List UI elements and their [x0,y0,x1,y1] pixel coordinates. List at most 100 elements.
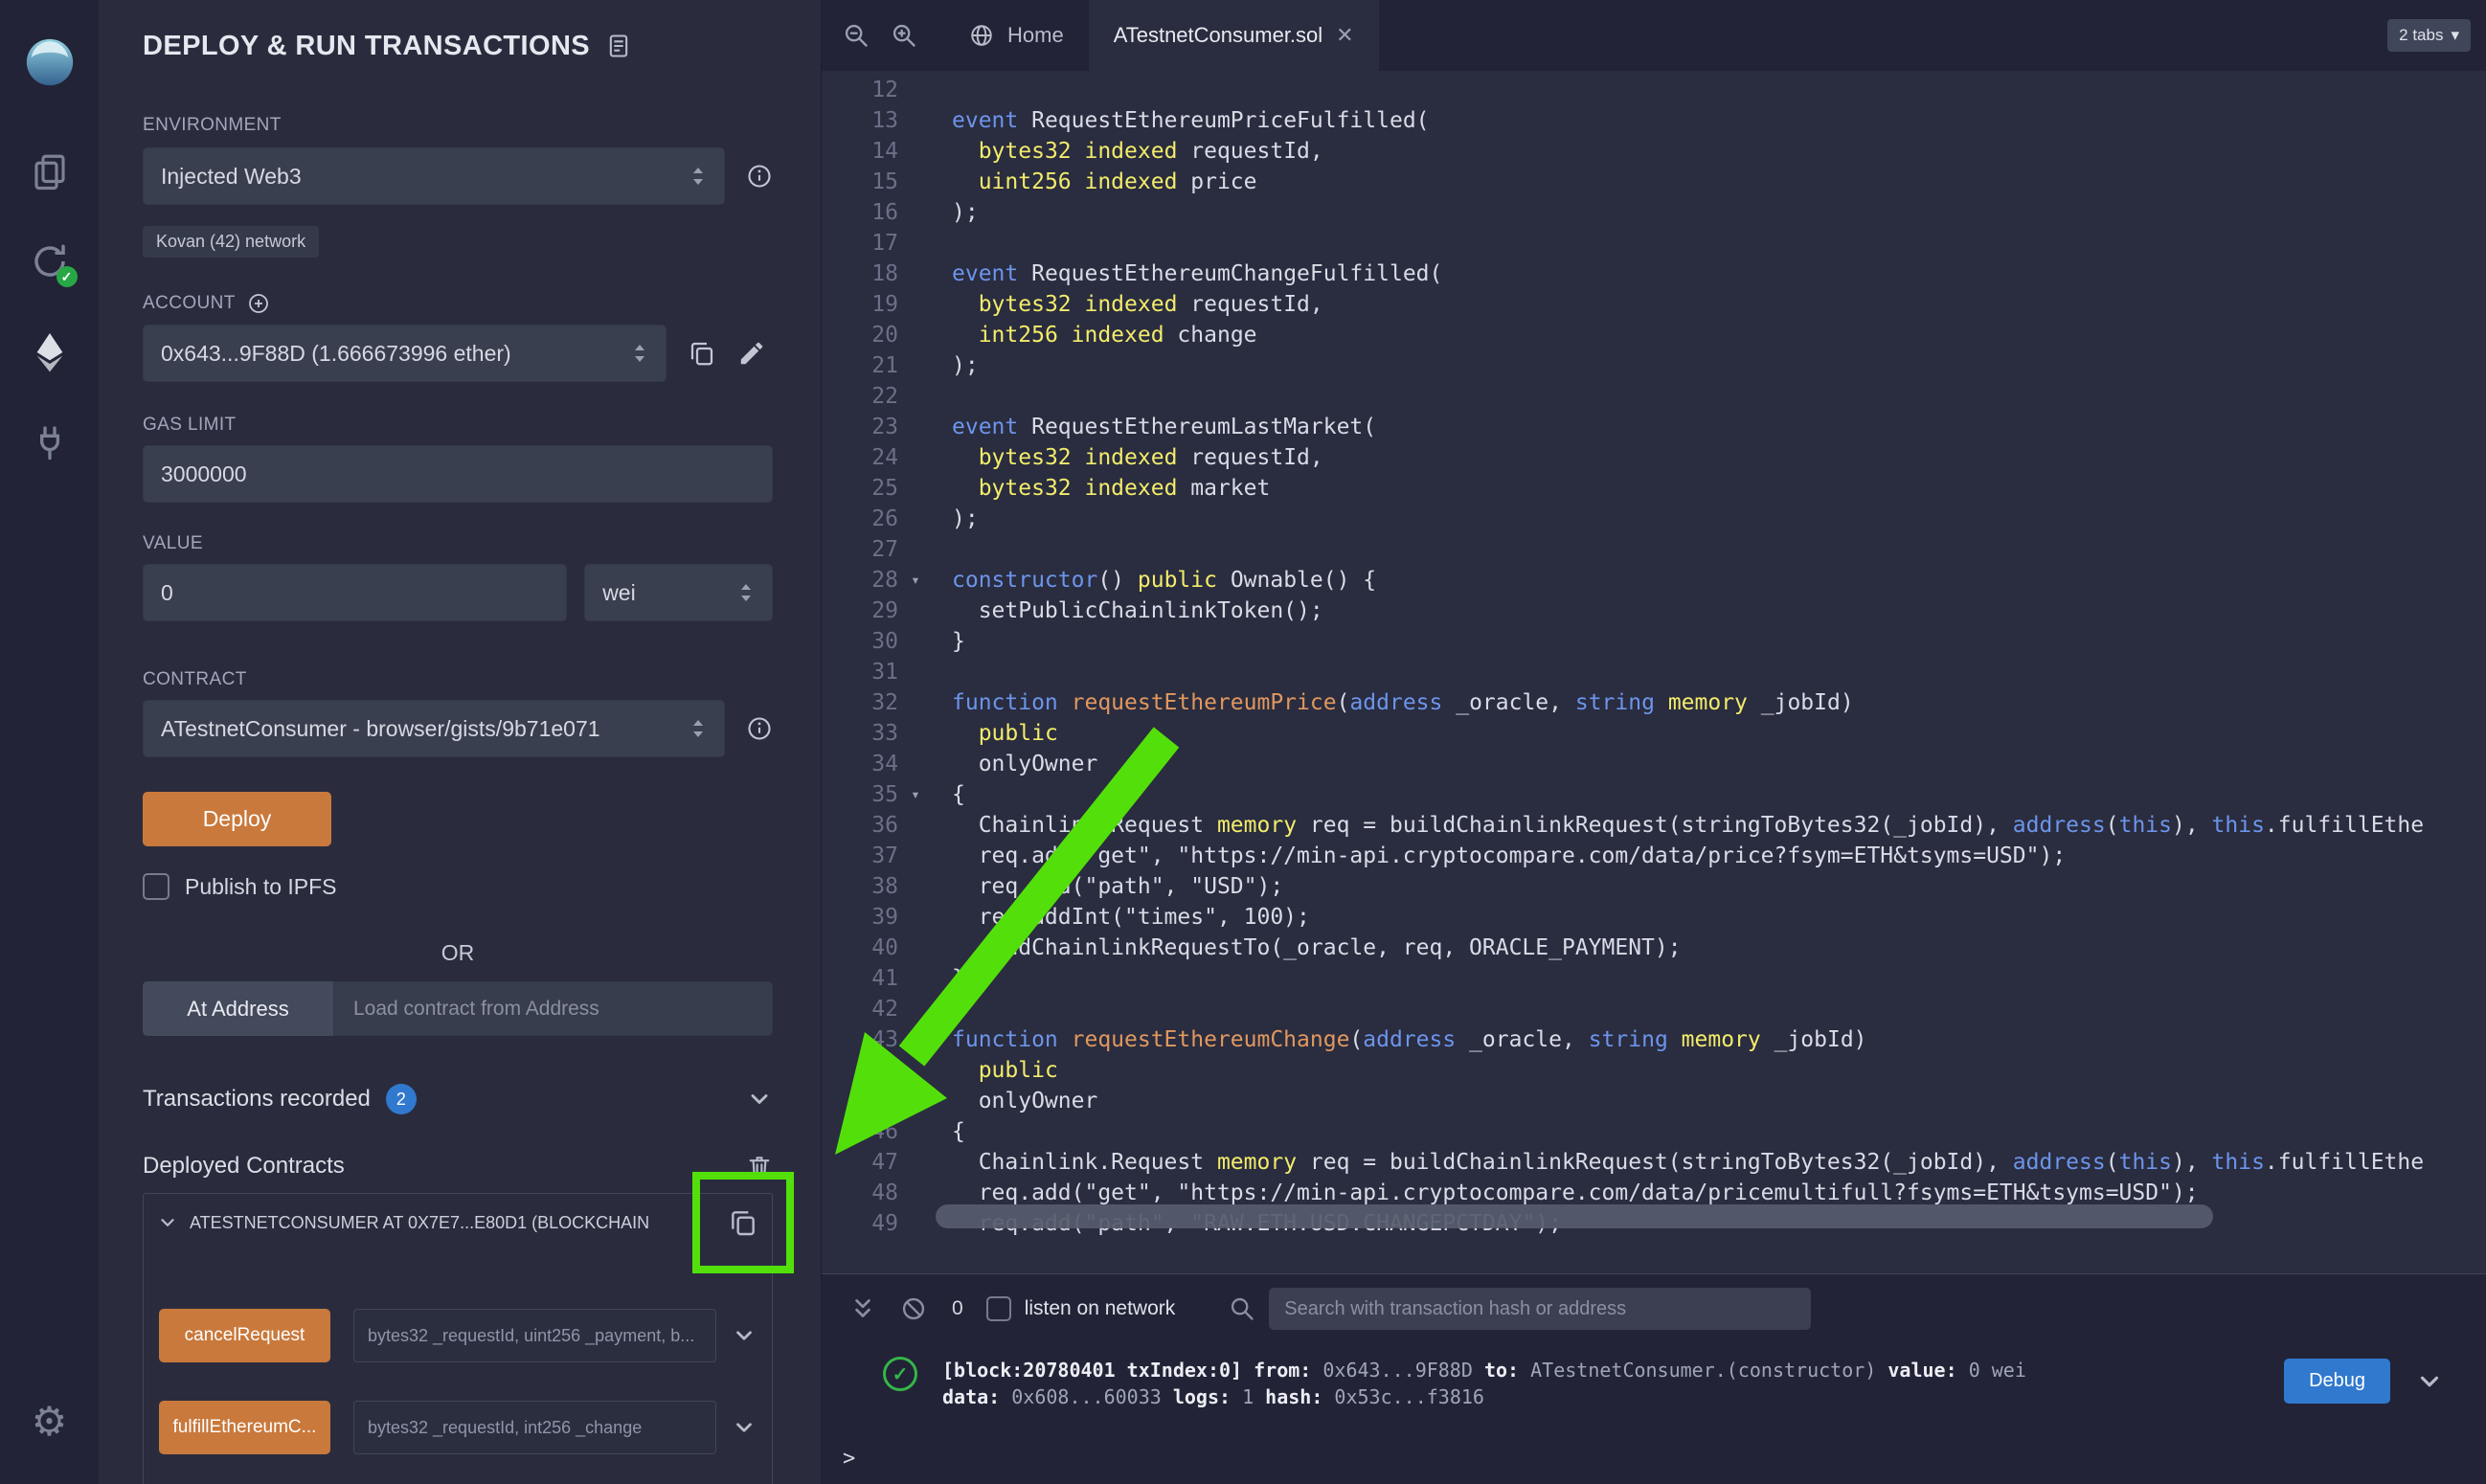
terminal-prompt[interactable]: > [843,1447,855,1471]
code-line[interactable]: 28▾constructor() public Ownable() { [822,565,2486,596]
transactions-chevron-down-icon[interactable] [746,1086,773,1113]
log-chevron-down-icon[interactable] [2415,1367,2444,1396]
close-tab-icon[interactable]: ✕ [1336,23,1353,48]
transaction-log-entry[interactable]: ✓ [block:20780401 txIndex:0] from: 0x643… [822,1357,2486,1410]
code-line[interactable]: 13event RequestEthereumPriceFulfilled( [822,105,2486,136]
value-unit-select[interactable]: wei [584,564,773,621]
trash-icon[interactable] [746,1153,773,1180]
collapse-terminal-icon[interactable] [850,1294,875,1323]
line-number: 32 [822,687,898,718]
code-line[interactable]: 31 [822,657,2486,687]
deploy-button[interactable]: Deploy [143,792,331,846]
function-params-input[interactable] [353,1401,716,1454]
horizontal-scrollbar[interactable] [936,1204,2213,1228]
code-line[interactable]: 21); [822,350,2486,381]
function-call-button[interactable]: cancelRequest [159,1309,330,1362]
code-line[interactable]: 15 uint256 indexed price [822,167,2486,197]
gas-limit-input[interactable] [143,445,773,503]
listen-network-checkbox[interactable] [986,1296,1011,1321]
code-line[interactable]: 17 [822,228,2486,259]
code-line[interactable]: 22 [822,381,2486,412]
code-line[interactable]: 32function requestEthereumPrice(address … [822,687,2486,718]
instance-header[interactable]: ATESTNETCONSUMER AT 0X7E7...E80D1 (BLOCK… [144,1194,772,1251]
settings-gear-icon[interactable]: ⚙ [32,1402,68,1442]
edit-account-icon[interactable] [737,339,766,368]
code-line[interactable]: 37 req.add("get", "https://min-api.crypt… [822,841,2486,871]
editor-tabbar: Home ATestnetConsumer.sol ✕ 2 tabs ▾ [822,0,2486,71]
code-line[interactable]: 23event RequestEthereumLastMarket( [822,412,2486,442]
environment-info-icon[interactable] [746,163,773,190]
code-line[interactable]: 41} [822,963,2486,994]
fold-marker-icon [898,75,933,105]
docs-icon[interactable] [605,33,632,59]
code-line[interactable]: 40 sendChainlinkRequestTo(_oracle, req, … [822,933,2486,963]
zoom-in-icon[interactable] [891,22,917,49]
zoom-out-icon[interactable] [843,22,870,49]
code-line[interactable]: 42 [822,994,2486,1024]
code-line[interactable]: 43function requestEthereumChange(address… [822,1024,2486,1055]
code-line[interactable]: 39 req.addInt("times", 100); [822,902,2486,933]
plugin-manager-icon[interactable] [31,423,69,461]
contract-select[interactable]: ATestnetConsumer - browser/gists/9b71e07… [143,700,725,757]
contract-info-icon[interactable] [746,715,773,742]
file-explorer-icon[interactable] [30,151,70,191]
code-line[interactable]: 12 [822,75,2486,105]
clear-console-icon[interactable] [900,1295,927,1322]
fold-marker-icon[interactable]: ▾ [898,779,933,810]
code-line[interactable]: 38 req.add("path", "USD"); [822,871,2486,902]
code-line[interactable]: 27 [822,534,2486,565]
code-line[interactable]: 25 bytes32 indexed market [822,473,2486,504]
debug-button[interactable]: Debug [2284,1359,2390,1404]
fold-marker-icon [898,749,933,779]
code-line[interactable]: 34 onlyOwner [822,749,2486,779]
code-line[interactable]: 47 Chainlink.Request memory req = buildC… [822,1147,2486,1178]
code-line[interactable]: 14 bytes32 indexed requestId, [822,136,2486,167]
code-line[interactable]: 36 Chainlink.Request memory req = buildC… [822,810,2486,841]
code-text: onlyOwner [933,1086,1097,1116]
code-line[interactable]: 33 public [822,718,2486,749]
code-editor[interactable]: 1213event RequestEthereumPriceFulfilled(… [822,71,2486,1273]
deploy-and-run-icon[interactable] [31,331,69,373]
function-call-button[interactable]: fulfillEthereumC... [159,1401,330,1454]
tab-atestnetconsumer-sol[interactable]: ATestnetConsumer.sol ✕ [1089,0,1379,71]
code-line[interactable]: 26); [822,504,2486,534]
code-line[interactable]: 20 int256 indexed change [822,320,2486,350]
code-line[interactable]: 35▾{ [822,779,2486,810]
code-text: { [933,779,965,810]
publish-ipfs-checkbox[interactable] [143,873,170,900]
solidity-compiler-icon[interactable]: ✓ [30,241,70,281]
fold-marker-icon[interactable]: ▾ [898,565,933,596]
tab-home[interactable]: Home [944,0,1089,71]
expand-params-chevron-icon[interactable] [732,1415,757,1440]
code-line[interactable]: 30} [822,626,2486,657]
panel-title: DEPLOY & RUN TRANSACTIONS [143,31,590,62]
code-line[interactable]: 46{ [822,1116,2486,1147]
fold-marker-icon [898,687,933,718]
value-input[interactable] [143,564,567,621]
expand-params-chevron-icon[interactable] [732,1323,757,1348]
line-number: 47 [822,1147,898,1178]
add-account-icon[interactable] [247,292,270,315]
account-select[interactable]: 0x643...9F88D (1.666673996 ether) [143,325,667,382]
tabs-counter-dropdown[interactable]: 2 tabs ▾ [2387,19,2471,52]
code-line[interactable]: 19 bytes32 indexed requestId, [822,289,2486,320]
code-line[interactable]: 29 setPublicChainlinkToken(); [822,596,2486,626]
code-text: bytes32 indexed requestId, [933,136,1323,167]
code-line[interactable]: 44 public [822,1055,2486,1086]
log-line: [block:20780401 txIndex:0] from: 0x643..… [942,1357,2026,1383]
code-line[interactable]: 18event RequestEthereumChangeFulfilled( [822,259,2486,289]
remix-logo-icon[interactable] [22,34,78,90]
environment-select[interactable]: Injected Web3 [143,147,725,205]
at-address-button[interactable]: At Address [143,981,333,1036]
instance-chevron-down-icon[interactable] [157,1212,178,1233]
terminal-search-input[interactable] [1269,1288,1811,1330]
code-line[interactable]: 45 onlyOwner [822,1086,2486,1116]
copy-account-icon[interactable] [688,339,716,368]
at-address-input[interactable] [333,981,773,1036]
copy-address-icon[interactable] [728,1207,758,1238]
code-text: } [933,963,965,994]
code-line[interactable]: 24 bytes32 indexed requestId, [822,442,2486,473]
line-number: 17 [822,228,898,259]
function-params-input[interactable] [353,1309,716,1362]
code-line[interactable]: 16); [822,197,2486,228]
